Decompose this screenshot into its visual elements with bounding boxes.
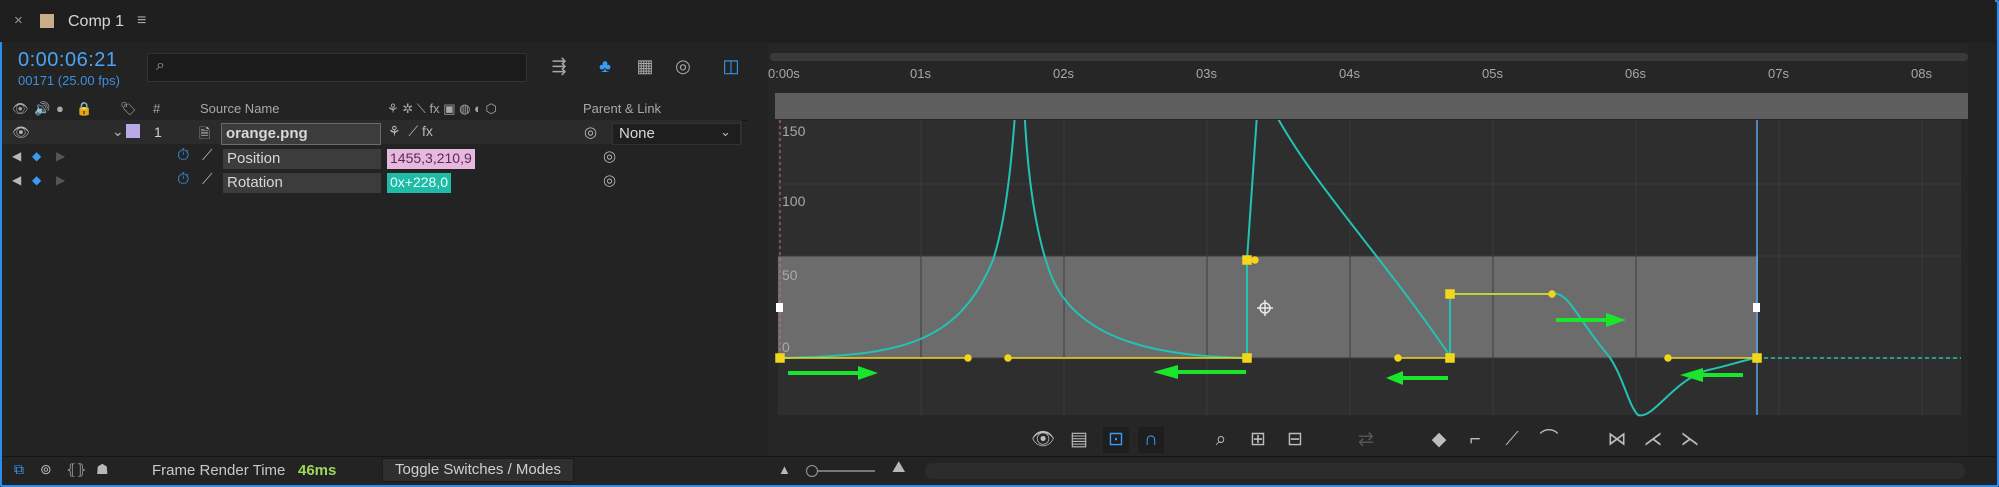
next-keyframe-icon[interactable]: ▶: [56, 173, 65, 187]
audio-column-icon: 🔊: [34, 101, 51, 116]
search-input[interactable]: ⌕: [147, 53, 527, 82]
graph-value-label: 0: [782, 339, 790, 355]
close-tab-icon[interactable]: ×: [14, 12, 23, 29]
property-name: Rotation: [223, 173, 381, 193]
visibility-eye-icon[interactable]: 👁: [12, 124, 30, 141]
pick-whip-icon[interactable]: ◎: [584, 123, 597, 141]
property-value[interactable]: 1455,3,210,9: [387, 149, 475, 169]
search-icon: ⌕: [156, 57, 165, 74]
expression-pick-whip-icon[interactable]: ◎: [603, 171, 616, 189]
ruler-tick: 0:00s: [768, 66, 800, 81]
frame-render-time-label: Frame Render Time: [152, 462, 286, 479]
frame-render-time-value: 46ms: [298, 462, 337, 479]
layer-name[interactable]: orange.png: [221, 123, 381, 145]
work-area-bar[interactable]: [775, 93, 1968, 119]
selection-box: [778, 256, 1758, 358]
comp-color-swatch: [40, 14, 54, 28]
fit-all-icon[interactable]: ⊟: [1282, 427, 1308, 453]
label-column-icon: 🏷: [120, 101, 137, 116]
property-row-position[interactable]: ◀ ◆ ▶ ⏱ ⟋ Position 1455,3,210,9 ◎: [2, 146, 742, 170]
property-value[interactable]: 0x+228,0: [387, 173, 451, 193]
ruler-tick: 02s: [1053, 66, 1074, 81]
graph-canvas[interactable]: 150 100 50 0: [768, 120, 1968, 420]
layer-index: 1: [154, 124, 162, 140]
ruler-tick: 01s: [910, 66, 931, 81]
expand-chevron-down-icon[interactable]: ⌄: [112, 123, 124, 140]
graph-editor-icon[interactable]: ◫: [718, 53, 744, 79]
parent-select-value: None: [619, 125, 655, 142]
keyframe-diamond-icon[interactable]: ◆: [32, 173, 41, 187]
prev-keyframe-icon[interactable]: ◀: [12, 149, 21, 163]
number-column-header: #: [153, 101, 161, 116]
parent-dropdown-chevron-icon[interactable]: ⌄: [720, 124, 731, 140]
draft-mode-icon[interactable]: ☗: [96, 461, 109, 478]
stopwatch-icon[interactable]: ⏱: [177, 171, 189, 189]
shy-layers-icon[interactable]: ♣: [592, 53, 618, 79]
toggle-switches-modes-button[interactable]: Toggle Switches / Modes: [382, 458, 574, 482]
show-properties-icon[interactable]: 👁: [1030, 427, 1056, 453]
zoom-in-icon[interactable]: ⛰: [892, 459, 905, 477]
tab-comp-title[interactable]: Comp 1: [68, 13, 124, 31]
easy-ease-icon[interactable]: ⋈: [1604, 427, 1630, 453]
hold-keyframe-icon[interactable]: ⌐: [1462, 427, 1488, 453]
ruler-tick: 07s: [1768, 66, 1789, 81]
ruler-tick: 08s: [1911, 66, 1932, 81]
keyframe-diamond-icon[interactable]: ◆: [32, 149, 41, 163]
layer-switches[interactable]: ⚘ ⟋ fx: [388, 123, 433, 140]
horizontal-scrollbar[interactable]: [925, 463, 1965, 479]
edit-keyframe-icon[interactable]: ◆: [1426, 427, 1452, 453]
ruler-tick: 04s: [1339, 66, 1360, 81]
easy-ease-in-icon[interactable]: ⋌: [1640, 427, 1666, 453]
tab-bar: × Comp 1 ≡: [0, 0, 1995, 42]
graph-options-icon[interactable]: ▤: [1066, 427, 1092, 453]
zoom-slider-track[interactable]: [810, 470, 875, 472]
stopwatch-icon[interactable]: ⏱: [177, 147, 189, 165]
expression-pick-whip-icon[interactable]: ◎: [603, 147, 616, 165]
auto-bezier-icon[interactable]: ⌒: [1536, 427, 1562, 453]
frame-rate: 00171 (25.00 fps): [18, 73, 120, 88]
composition-flowchart-icon[interactable]: ⇶: [546, 53, 572, 79]
ruler-tick: 06s: [1625, 66, 1646, 81]
render-options-icon[interactable]: ⊚: [40, 461, 52, 478]
visibility-column-icon: 👁: [12, 101, 29, 116]
layer-column-header: 👁 🔊 ● 🔒 🏷 # Source Name ⚘ ✲ ⟍ fx ▣ ◍ ◐ ⬡…: [2, 96, 747, 121]
comp-options-icon[interactable]: ⧉: [14, 461, 24, 478]
ruler-tick: 03s: [1196, 66, 1217, 81]
graph-value-label: 50: [782, 267, 798, 283]
lock-column-icon: 🔒: [76, 101, 93, 116]
solo-column-icon: ●: [56, 101, 64, 116]
graph-value-label: 100: [782, 193, 806, 209]
snapping-icon[interactable]: ∩: [1138, 427, 1164, 453]
layer-row[interactable]: 👁 ⌄ 1 🗎 orange.png ⚘ ⟋ fx ◎ None ⌄: [2, 120, 742, 145]
property-name: Position: [223, 149, 381, 169]
auto-zoom-icon[interactable]: ⌕: [1208, 427, 1234, 453]
switches-column-icons: ⚘ ✲ ⟍ fx ▣ ◍ ◐ ⬡: [387, 101, 497, 116]
transform-box-icon[interactable]: ⊡: [1103, 427, 1129, 453]
graph-toggle-icon[interactable]: ⟋: [202, 147, 213, 164]
source-name-column-header[interactable]: Source Name: [200, 101, 279, 116]
parent-link-column-header[interactable]: Parent & Link: [583, 101, 661, 116]
fit-selection-icon[interactable]: ⊞: [1245, 427, 1271, 453]
panel-menu-icon[interactable]: ≡: [137, 12, 146, 30]
file-icon: 🗎: [199, 125, 211, 141]
ruler-tick: 05s: [1482, 66, 1503, 81]
graph-value-label: 150: [782, 123, 806, 139]
motion-blur-icon[interactable]: ◎: [670, 53, 696, 79]
timing-options-icon[interactable]: ⦃⦄: [66, 461, 87, 478]
frame-blending-icon[interactable]: ▦: [632, 53, 658, 79]
property-row-rotation[interactable]: ◀ ◆ ▶ ⏱ ⟋ Rotation 0x+228,0 ◎: [2, 170, 742, 194]
prev-keyframe-icon[interactable]: ◀: [12, 173, 21, 187]
graph-toggle-icon[interactable]: ⟋: [202, 171, 213, 188]
linear-keyframe-icon[interactable]: ⟋: [1499, 427, 1525, 453]
next-keyframe-icon[interactable]: ▶: [56, 149, 65, 163]
easy-ease-out-icon[interactable]: ⋋: [1677, 427, 1703, 453]
time-navigator[interactable]: [770, 53, 1968, 61]
separate-dimensions-icon[interactable]: ⇄: [1353, 427, 1379, 453]
zoom-slider-thumb[interactable]: [806, 465, 818, 477]
zoom-out-icon[interactable]: ▲: [778, 462, 791, 477]
current-time[interactable]: 0:00:06:21: [18, 49, 118, 72]
layer-label-color[interactable]: [126, 124, 140, 138]
